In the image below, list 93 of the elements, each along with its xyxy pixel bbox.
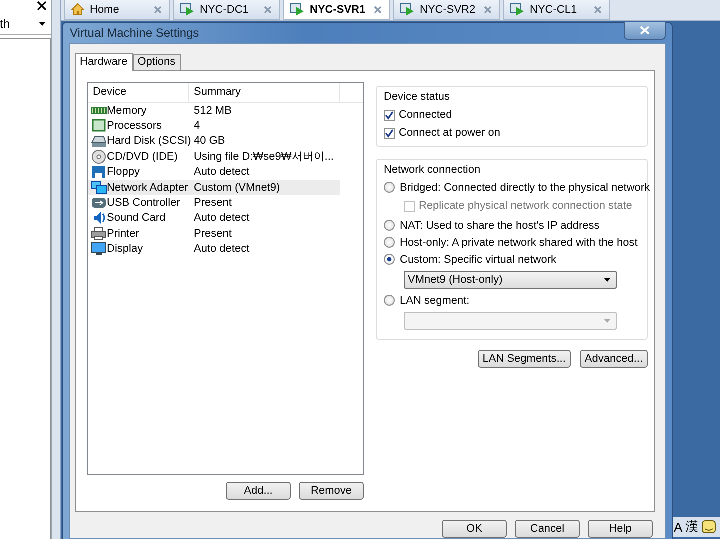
close-button[interactable]: [624, 22, 666, 40]
caret-icon: [604, 319, 611, 323]
button[interactable]: Add...: [226, 482, 291, 500]
close-icon: [37, 1, 47, 11]
vm-tab[interactable]: NYC-SVR2: [393, 0, 500, 20]
button[interactable]: Cancel: [515, 520, 580, 538]
close-icon: [373, 4, 383, 14]
device-row[interactable]: Processors 4: [88, 118, 340, 134]
speaker-icon: [91, 211, 107, 226]
vm-icon: [510, 3, 525, 16]
option-label: Connect at power on: [399, 127, 501, 139]
search-field[interactable]: th: [0, 14, 51, 35]
device-summary: Auto detect: [193, 243, 250, 256]
device-row[interactable]: Network Adapter Custom (VMnet9): [88, 180, 340, 196]
column-header[interactable]: Device: [88, 83, 189, 102]
vm-tab[interactable]: NYC-DC1: [173, 0, 280, 20]
option-label: Bridged: Connected directly to the physical network: [400, 182, 650, 194]
option-label: Custom: Specific virtual network: [400, 254, 556, 266]
device-summary: 4: [193, 120, 200, 132]
window-title: Virtual Machine Settings: [69, 26, 200, 40]
ime-key[interactable]: 漢: [686, 518, 699, 536]
device-summary: Custom (VMnet9): [193, 182, 280, 194]
device-row[interactable]: Memory 512 MB: [88, 103, 340, 118]
device-row[interactable]: Sound Card Auto detect: [88, 210, 340, 226]
device-name: Sound Card: [107, 212, 166, 224]
device-summary: Present: [193, 228, 232, 240]
close-icon: [640, 26, 650, 34]
vm-icon: [400, 3, 415, 16]
group-title: Device status: [384, 91, 452, 104]
checkbox[interactable]: [384, 128, 395, 138]
device-row[interactable]: Hard Disk (SCSI) 40 GB: [88, 134, 340, 150]
vm-tab[interactable]: NYC-CL1: [503, 0, 610, 20]
device-row[interactable]: Printer Present: [88, 226, 340, 242]
radio-button[interactable]: [384, 295, 395, 306]
button[interactable]: Remove: [299, 482, 364, 500]
close-icon: [153, 4, 163, 14]
device-name: CD/DVD (IDE): [107, 150, 178, 163]
device-summary: 40 GB: [193, 135, 226, 148]
device-name: Hard Disk (SCSI): [107, 135, 192, 148]
printer-icon: [91, 226, 107, 241]
usb-icon: [91, 196, 107, 210]
hard-disk-icon: [91, 134, 107, 148]
vm-tab[interactable]: NYC-SVR1: [283, 0, 390, 20]
processor-icon: [91, 119, 107, 134]
device-summary: 512 MB: [193, 104, 232, 117]
option-label: LAN segment:: [400, 294, 470, 306]
button[interactable]: Advanced...: [580, 350, 648, 368]
vm-tab[interactable]: Home: [64, 0, 170, 20]
face-icon: [702, 520, 716, 534]
button[interactable]: LAN Segments...: [478, 350, 571, 368]
radio-button[interactable]: [384, 182, 395, 193]
vm-icon: [180, 3, 195, 16]
radio-button[interactable]: [384, 220, 395, 231]
device-summary: Auto detect: [193, 212, 250, 224]
tab[interactable]: Hardware: [75, 53, 133, 71]
device-row[interactable]: USB Controller Present: [88, 195, 340, 211]
caret-icon: [39, 22, 46, 26]
device-summary: Using file D:₩se9₩서버이...: [193, 150, 334, 164]
device-name: Network Adapter: [107, 182, 188, 194]
device-name: Floppy: [107, 166, 140, 178]
close-icon: [593, 4, 603, 14]
device-name: Processors: [107, 120, 162, 132]
radio-button[interactable]: [384, 254, 395, 265]
device-name: Display: [107, 243, 144, 256]
close-icon: [263, 4, 273, 14]
tab[interactable]: Options: [132, 54, 181, 70]
option-label: NAT: Used to share the host's IP address: [400, 220, 600, 232]
caret-icon: [604, 278, 611, 282]
house-icon: [71, 3, 85, 16]
vm-icon: [290, 3, 305, 16]
option-label: Host-only: A private network shared with the host: [400, 236, 638, 248]
device-row[interactable]: CD/DVD (IDE) Using file D:₩se9₩서버이...: [88, 149, 340, 165]
radio-button[interactable]: [384, 237, 395, 248]
ime-key[interactable]: A: [674, 520, 683, 534]
column-header[interactable]: Summary: [189, 83, 340, 102]
device-name: Memory: [107, 104, 147, 117]
dropdown[interactable]: VMnet9 (Host-only): [404, 271, 617, 289]
monitor-icon: [91, 242, 107, 256]
device-summary: Present: [193, 197, 232, 210]
device-name: USB Controller: [107, 197, 180, 210]
button[interactable]: Help: [588, 520, 653, 538]
device-summary: Auto detect: [193, 166, 250, 178]
close-icon: [483, 4, 493, 14]
disc-icon: [91, 150, 107, 164]
button[interactable]: OK: [442, 520, 507, 538]
network-adapter-icon: [91, 180, 107, 195]
option-label: Connected: [399, 109, 452, 121]
device-row[interactable]: Floppy Auto detect: [88, 164, 340, 180]
checkbox[interactable]: [384, 110, 395, 120]
option-label: Replicate physical network connection state: [419, 200, 632, 212]
group-title: Network connection: [384, 164, 482, 177]
device-name: Printer: [107, 228, 140, 240]
device-row[interactable]: Display Auto detect: [88, 242, 340, 257]
